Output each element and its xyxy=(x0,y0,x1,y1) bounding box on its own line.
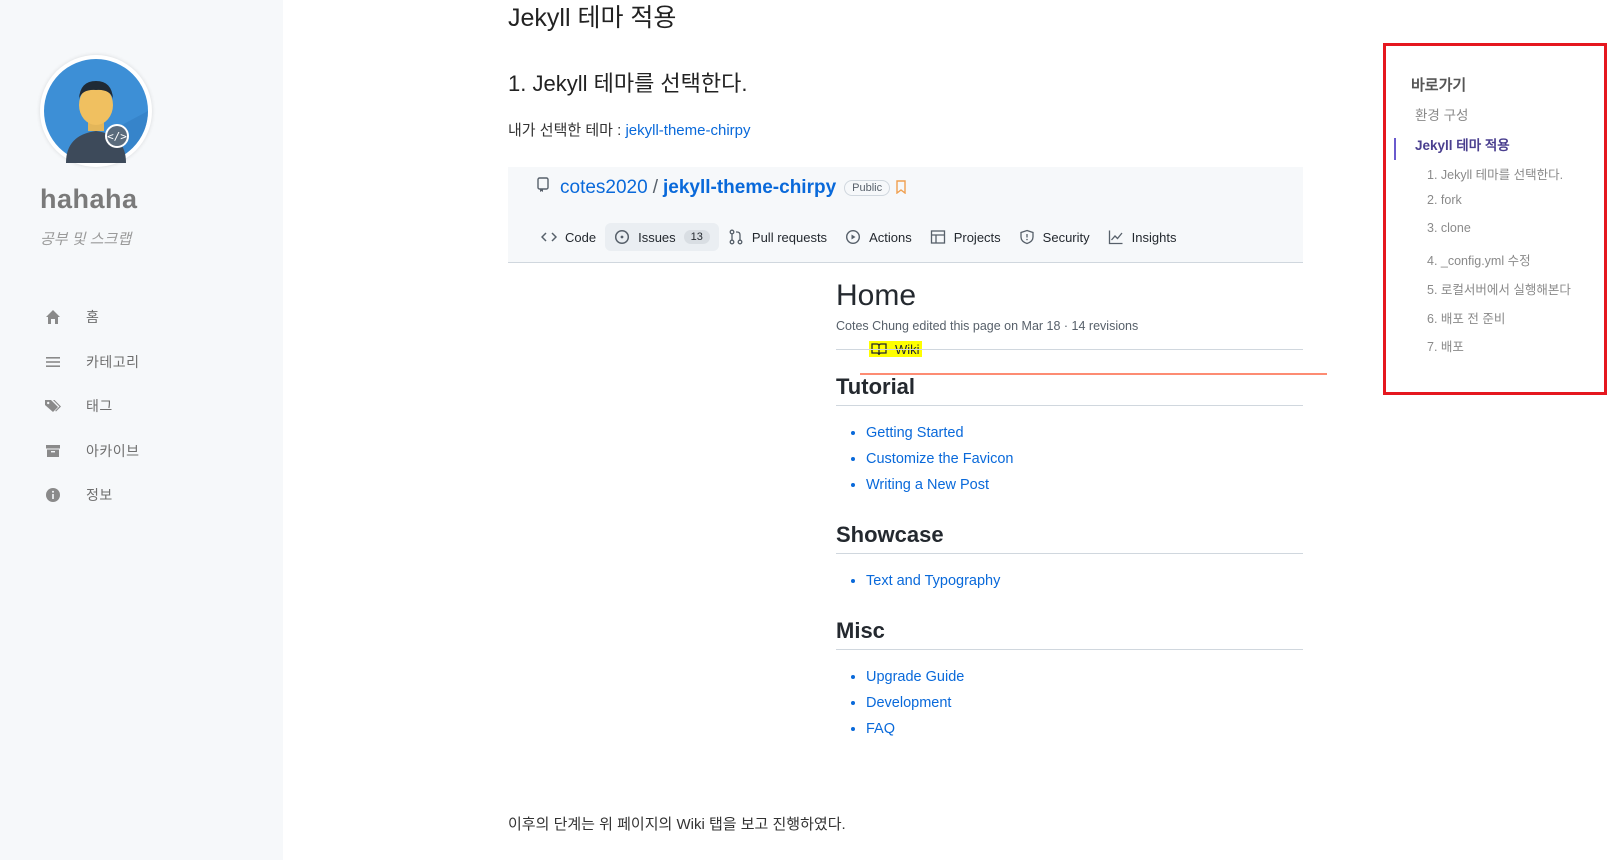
repo-separator: / xyxy=(652,177,658,198)
shield-icon xyxy=(1019,229,1035,245)
step-heading: 1. Jekyll 테마를 선택한다. xyxy=(508,71,748,96)
wiki-link[interactable]: Getting Started xyxy=(866,420,1303,446)
nav-label: 카테고리 xyxy=(86,353,140,370)
table-icon xyxy=(930,229,946,245)
nav-item-categories[interactable]: 카테고리 xyxy=(44,340,140,385)
issues-count-badge: 13 xyxy=(683,230,710,244)
site-subtitle: 공부 및 스크랩 xyxy=(40,231,132,248)
issue-icon xyxy=(614,229,630,245)
toc-sublink[interactable]: 5. 로컬서버에서 실행해본다 xyxy=(1427,279,1571,298)
toc-sublink[interactable]: 3. clone xyxy=(1427,221,1471,235)
wiki-link-list: Text and Typography xyxy=(866,568,1303,594)
wiki-link[interactable]: Development xyxy=(866,690,1303,716)
nav-item-home[interactable]: 홈 xyxy=(44,295,140,340)
wiki-page: Home Cotes Chung edited this page on Mar… xyxy=(836,279,1303,742)
wiki-link[interactable]: Upgrade Guide xyxy=(866,664,1303,690)
nav-label: 태그 xyxy=(86,398,113,415)
sidebar: </> hahaha 공부 및 스크랩 홈 카테고리 태그 아카이브 정보 xyxy=(0,0,283,860)
toc-active-indicator xyxy=(1394,138,1396,160)
toc-panel: 바로가기 환경 구성 Jekyll 테마 적용 1. Jekyll 테마를 선택… xyxy=(1383,43,1607,395)
developer-avatar-icon: </> xyxy=(44,59,148,163)
code-icon xyxy=(541,229,557,245)
repo-name-link[interactable]: jekyll-theme-chirpy xyxy=(663,177,836,199)
graph-icon xyxy=(1108,229,1124,245)
outro-paragraph: 이후의 단계는 위 페이지의 Wiki 탭을 보고 진행하였다. xyxy=(508,816,846,833)
nav-item-tags[interactable]: 태그 xyxy=(44,384,140,429)
sidebar-nav: 홈 카테고리 태그 아카이브 정보 xyxy=(44,295,140,518)
toc-sublink[interactable]: 7. 배포 xyxy=(1427,336,1464,355)
wiki-link[interactable]: Customize the Favicon xyxy=(866,446,1303,472)
toc-link[interactable]: 환경 구성 xyxy=(1415,104,1468,124)
section-heading: Jekyll 테마 적용 xyxy=(508,4,677,32)
wiki-link-list: Upgrade Guide Development FAQ xyxy=(866,664,1303,742)
bookmark-icon xyxy=(896,179,906,197)
tab-label: Security xyxy=(1042,229,1090,245)
toc-sublink[interactable]: 4. _config.yml 수정 xyxy=(1427,250,1531,269)
wiki-section-heading: Showcase xyxy=(836,522,1303,554)
nav-label: 정보 xyxy=(86,487,113,504)
nav-item-archives[interactable]: 아카이브 xyxy=(44,429,140,474)
wiki-link[interactable]: Text and Typography xyxy=(866,568,1303,594)
github-screenshot: cotes2020 / jekyll-theme-chirpy Public C… xyxy=(508,167,1327,767)
repo-owner-link[interactable]: cotes2020 xyxy=(560,177,648,199)
repo-icon xyxy=(536,177,550,199)
stream-icon xyxy=(44,353,62,371)
tab-label: Insights xyxy=(1131,229,1177,245)
wiki-section-heading: Misc xyxy=(836,618,1303,650)
tab-label: Code xyxy=(565,229,597,245)
wiki-link-list: Getting Started Customize the Favicon Wr… xyxy=(866,420,1303,498)
avatar[interactable]: </> xyxy=(40,55,152,167)
wiki-section-heading: Tutorial xyxy=(836,374,1303,406)
tab-security[interactable]: Security xyxy=(1010,223,1099,251)
nav-label: 아카이브 xyxy=(86,442,140,459)
svg-text:</>: </> xyxy=(107,130,127,143)
toc-link-active[interactable]: Jekyll 테마 적용 xyxy=(1415,134,1510,154)
tab-pull-requests[interactable]: Pull requests xyxy=(719,223,836,251)
archive-icon xyxy=(44,442,62,460)
intro-text: 내가 선택한 테마 : xyxy=(508,122,626,139)
nav-item-about[interactable]: 정보 xyxy=(44,473,140,518)
pull-request-icon xyxy=(728,229,744,245)
toc-sublink[interactable]: 2. fork xyxy=(1427,193,1462,207)
repo-header: cotes2020 / jekyll-theme-chirpy Public C… xyxy=(508,167,1327,375)
nav-label: 홈 xyxy=(86,309,100,326)
tab-actions[interactable]: Actions xyxy=(836,223,921,251)
intro-paragraph: 내가 선택한 테마 : jekyll-theme-chirpy xyxy=(508,119,751,140)
tab-projects[interactable]: Projects xyxy=(921,223,1010,251)
toc-sublink[interactable]: 6. 배포 전 준비 xyxy=(1427,308,1505,327)
tab-issues[interactable]: Issues 13 xyxy=(605,223,719,251)
wiki-meta: Cotes Chung edited this page on Mar 18 ·… xyxy=(836,319,1303,350)
tab-label: Projects xyxy=(953,229,1001,245)
tab-label: Pull requests xyxy=(751,229,828,245)
tags-icon xyxy=(44,397,62,415)
visibility-badge: Public xyxy=(844,180,891,196)
info-icon xyxy=(44,486,62,504)
home-icon xyxy=(44,308,62,326)
wiki-link[interactable]: Writing a New Post xyxy=(866,472,1303,498)
tab-code[interactable]: Code xyxy=(532,223,605,251)
tab-label: Issues xyxy=(638,229,676,245)
wiki-link[interactable]: FAQ xyxy=(866,716,1303,742)
wiki-title: Home xyxy=(836,279,917,312)
repo-title: cotes2020 / jekyll-theme-chirpy Public xyxy=(536,177,906,199)
toc-sublink[interactable]: 1. Jekyll 테마를 선택한다. xyxy=(1427,164,1563,183)
theme-link[interactable]: jekyll-theme-chirpy xyxy=(625,122,750,139)
tab-insights[interactable]: Insights xyxy=(1099,223,1186,251)
tab-label: Actions xyxy=(869,229,912,245)
toc-title: 바로가기 xyxy=(1411,77,1467,94)
site-title[interactable]: hahaha xyxy=(40,184,138,215)
play-icon xyxy=(845,229,861,245)
repo-tabs: Code Issues 13 Pull requests Actions Pro… xyxy=(532,223,1327,375)
